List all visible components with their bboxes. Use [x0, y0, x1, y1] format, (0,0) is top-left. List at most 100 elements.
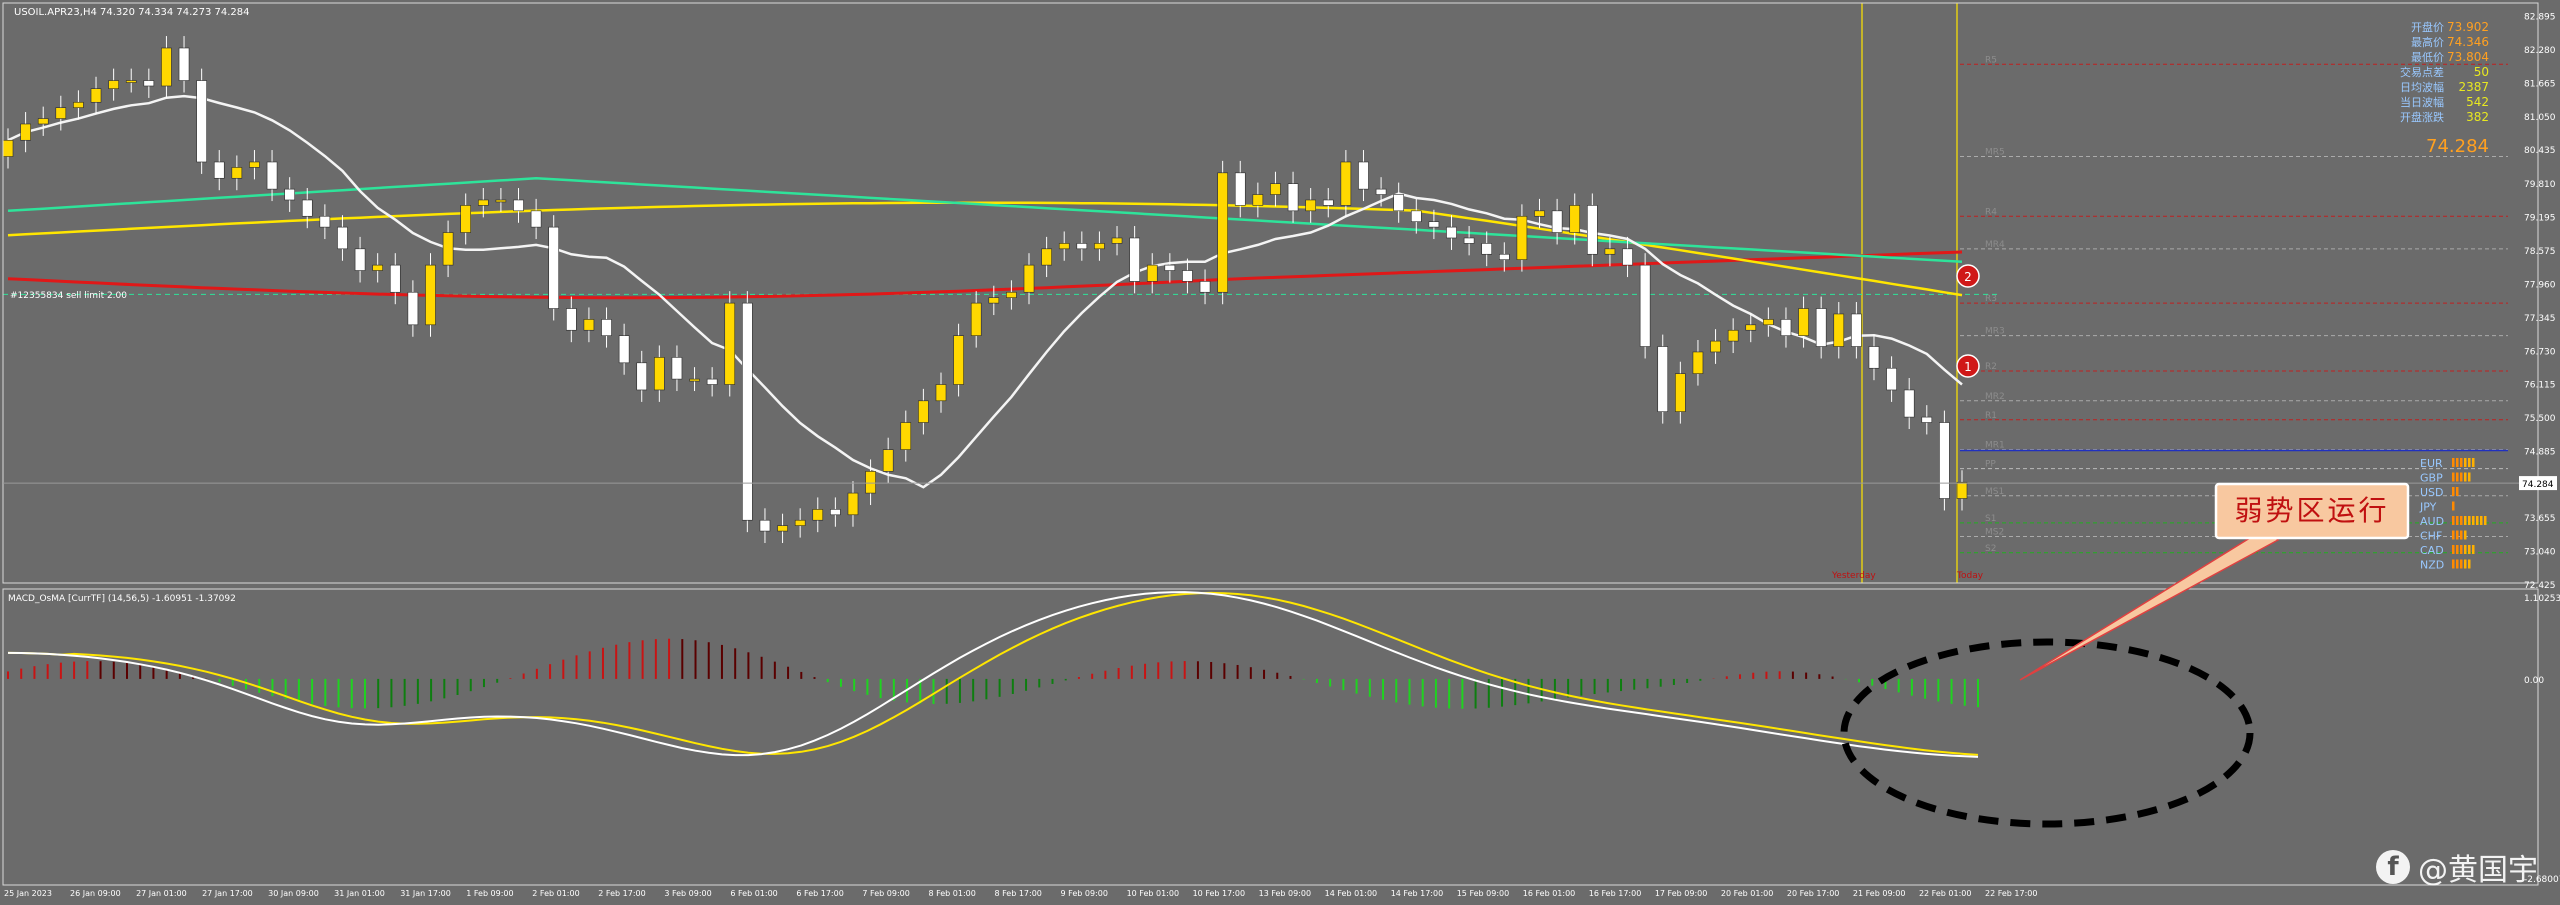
- info-row-value: 74.346: [2447, 35, 2489, 49]
- strength-bar: [2452, 472, 2455, 482]
- strength-bar: [2484, 516, 2487, 525]
- y-tick-label: 74.885: [2524, 447, 2556, 457]
- strength-bar: [2464, 545, 2467, 554]
- info-row-value: 382: [2466, 110, 2489, 124]
- facebook-icon: f: [2376, 850, 2410, 884]
- bull-candle: [689, 378, 700, 382]
- bull-candle: [812, 509, 824, 521]
- bull-candle: [900, 422, 912, 450]
- bear-candle: [618, 335, 630, 364]
- strength-bar: [2460, 516, 2463, 525]
- macd-title: MACD_OsMA [CurrTF] (14,56,5) -1.60951 -1…: [8, 594, 236, 604]
- bull-candle: [161, 47, 172, 87]
- level-marker-label: 2: [1964, 270, 1972, 284]
- y-tick-label: 79.195: [2524, 214, 2556, 224]
- order-label: #12355834 sell limit 2.00: [10, 291, 127, 301]
- bear-candle: [1657, 346, 1669, 412]
- bull-candle: [1745, 324, 1757, 331]
- bull-candle: [1041, 248, 1052, 266]
- bull-candle: [372, 264, 383, 271]
- pivot-level-label: MR3: [1985, 327, 2005, 337]
- bear-candle: [566, 308, 577, 331]
- strength-bar: [2452, 516, 2455, 525]
- x-tick-label: 15 Feb 09:00: [1457, 889, 1509, 898]
- bear-candle: [1499, 253, 1510, 260]
- y-tick-label: 72.425: [2524, 581, 2556, 591]
- currency-label: AUD: [2420, 515, 2444, 528]
- bear-candle: [1234, 172, 1246, 206]
- strength-bar: [2456, 516, 2459, 525]
- bull-candle: [1094, 243, 1105, 250]
- x-tick-label: 16 Feb 17:00: [1589, 889, 1641, 898]
- bull-candle: [1146, 264, 1158, 282]
- strength-bar: [2464, 559, 2467, 569]
- bear-candle: [1322, 199, 1334, 206]
- strength-bar: [2452, 487, 2455, 496]
- x-tick-label: 31 Jan 17:00: [400, 889, 451, 898]
- strength-bar: [2456, 559, 2459, 569]
- bear-candle: [1182, 270, 1193, 282]
- bear-candle: [1921, 416, 1933, 423]
- info-row-label: 交易点差: [2400, 65, 2444, 79]
- strength-bar: [2468, 458, 2471, 467]
- info-row-label: 当日波幅: [2400, 95, 2444, 109]
- strength-bar: [2468, 545, 2471, 554]
- x-tick-label: 14 Feb 01:00: [1325, 889, 1377, 898]
- bear-candle: [1463, 237, 1475, 244]
- strength-bar: [2460, 458, 2463, 467]
- bull-candle: [1340, 161, 1352, 206]
- strength-bar: [2472, 545, 2475, 554]
- strength-bar: [2460, 472, 2463, 482]
- bear-candle: [1287, 183, 1299, 212]
- sub-y-tick-label: 0.00: [2524, 676, 2544, 686]
- strength-bar: [2452, 501, 2455, 511]
- info-row-value: 73.804: [2447, 50, 2489, 64]
- pivot-level-label: S2: [1985, 544, 1996, 554]
- x-tick-label: 22 Feb 17:00: [1985, 889, 2037, 898]
- bear-candle: [389, 264, 401, 293]
- bull-candle: [1675, 373, 1686, 412]
- bull-candle: [495, 199, 507, 203]
- bull-candle: [1956, 481, 1968, 499]
- chart-title: USOIL.APR23,H4 74.320 74.334 74.273 74.2…: [14, 7, 250, 18]
- bear-candle: [1393, 194, 1404, 212]
- x-tick-label: 8 Feb 17:00: [995, 889, 1042, 898]
- bull-candle: [90, 88, 102, 103]
- info-big-price: 74.284: [2426, 136, 2489, 157]
- bear-candle: [1076, 243, 1088, 250]
- pivot-level-label: MR5: [1985, 148, 2005, 158]
- bear-candle: [1622, 248, 1633, 266]
- strength-bar: [2464, 472, 2467, 482]
- bear-candle: [1851, 313, 1862, 347]
- bear-candle: [1428, 221, 1440, 228]
- strength-bar: [2468, 516, 2471, 525]
- y-tick-label: 79.810: [2524, 180, 2556, 190]
- pivot-level-label: MS1: [1985, 487, 2004, 497]
- y-tick-label: 75.500: [2524, 414, 2556, 424]
- x-tick-label: 21 Feb 09:00: [1853, 889, 1905, 898]
- pivot-level-label: MR2: [1985, 392, 2005, 402]
- bull-candle: [1604, 248, 1616, 255]
- x-tick-label: 10 Feb 17:00: [1193, 889, 1245, 898]
- bear-candle: [1129, 237, 1140, 282]
- bull-candle: [20, 123, 31, 141]
- bear-candle: [407, 291, 419, 326]
- x-tick-label: 3 Feb 09:00: [664, 889, 711, 898]
- trading-chart[interactable]: R5 MR5 R4 MR4 R3 MR3 R2 MR2 R1 MR1 PP MS1 S1 MS2 S2 Yes…: [0, 0, 2560, 901]
- bear-candle: [266, 161, 278, 190]
- bull-candle: [1058, 243, 1070, 250]
- x-tick-label: 20 Feb 17:00: [1787, 889, 1839, 898]
- watermark: f @黄国宇: [2376, 845, 2538, 889]
- y-tick-label: 76.115: [2524, 381, 2556, 391]
- pivot-level-label: R3: [1985, 294, 1997, 304]
- bull-candle: [1252, 194, 1264, 206]
- bull-candle: [1006, 291, 1017, 298]
- chart-canvas: R5 MR5 R4 MR4 R3 MR3 R2 MR2 R1 MR1 PP MS1 S1 MS2 S2 Yes…: [0, 0, 2560, 901]
- strength-bar: [2480, 516, 2483, 525]
- callout-text: 弱势区运行: [2234, 494, 2389, 527]
- bull-candle: [988, 297, 1000, 304]
- bull-candle: [1833, 313, 1845, 347]
- strength-bar: [2472, 516, 2475, 525]
- y-tick-label: 81.050: [2524, 113, 2556, 123]
- bull-candle: [777, 525, 788, 532]
